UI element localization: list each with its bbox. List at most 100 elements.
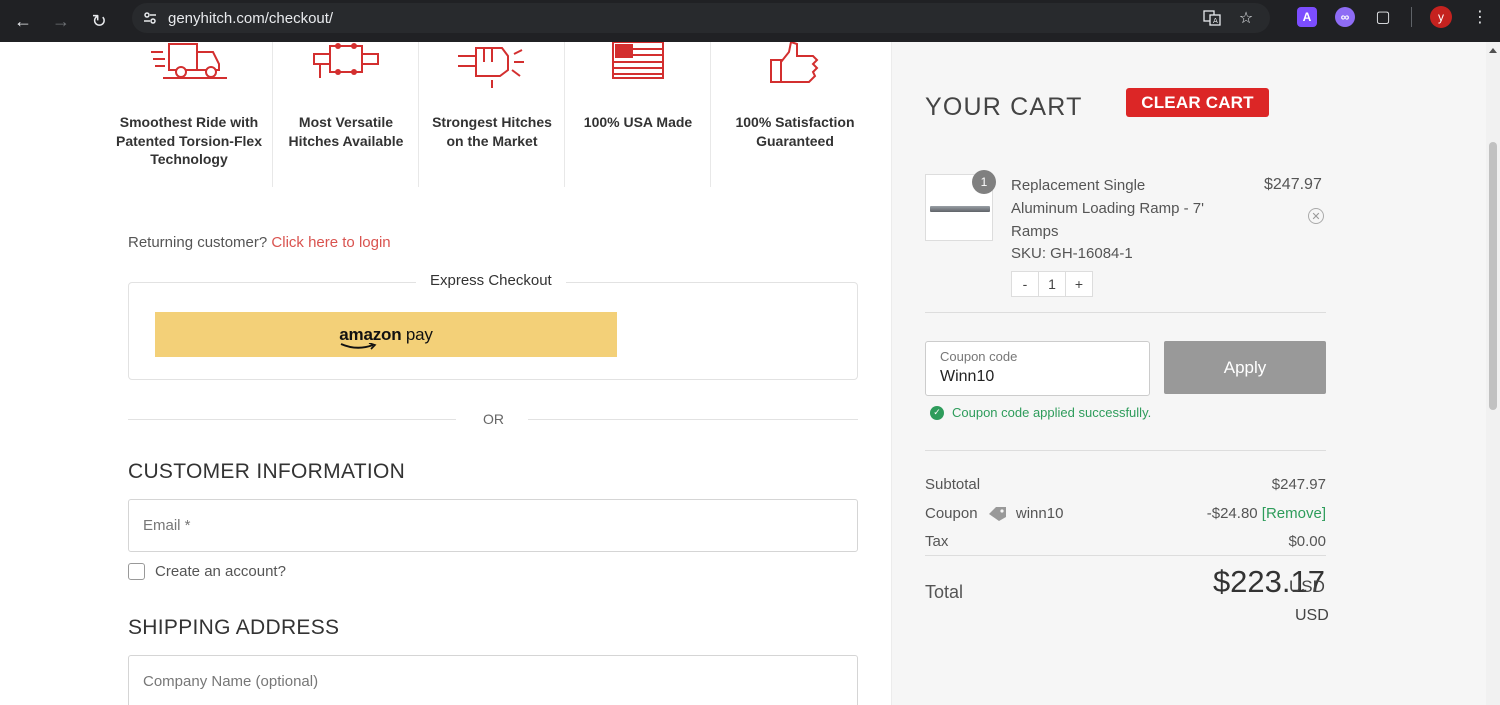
feature-smooth-ride: Smoothest Ride with Patented Torsion-Fle… — [116, 42, 262, 187]
apply-coupon-button[interactable]: Apply — [1164, 341, 1326, 394]
forward-icon[interactable]: → — [46, 6, 76, 36]
bookmark-star-icon[interactable]: ☆ — [1236, 8, 1256, 28]
check-circle-icon: ✓ — [930, 405, 944, 420]
browser-menu-icon[interactable]: ⋮ — [1470, 7, 1490, 27]
clear-cart-button[interactable]: CLEAR CART — [1126, 88, 1269, 117]
amazon-smile-icon — [340, 342, 377, 350]
login-link[interactable]: Click here to login — [271, 234, 390, 251]
product-name[interactable]: Replacement Single Aluminum Loading Ramp… — [1011, 174, 1211, 243]
cart-panel: YOUR CART CLEAR CART 1 Replacement Singl… — [891, 42, 1486, 705]
coupon-code-applied: winn10 — [1015, 505, 1064, 522]
company-name-placeholder: Company Name (optional) — [143, 673, 319, 690]
coupon-code-input[interactable]: Coupon code Winn10 — [925, 341, 1150, 396]
or-line-left — [128, 419, 456, 420]
quantity-value[interactable]: 1 — [1038, 272, 1066, 296]
total-currency-repeat: USD — [1295, 607, 1329, 624]
product-price: $247.97 — [1264, 176, 1322, 193]
feature-strip: Smoothest Ride with Patented Torsion-Fle… — [116, 42, 876, 187]
reload-icon[interactable]: ↻ — [84, 6, 114, 36]
coupon-discount-value: -$24.80 — [1206, 505, 1258, 522]
feature-usa-made: 100% USA Made — [574, 42, 702, 187]
product-sku: SKU: GH-16084-1 — [1011, 245, 1133, 262]
coupon-discount: -$24.80 [Remove] — [1207, 505, 1326, 522]
cart-divider — [925, 312, 1326, 313]
subtotal-value: $247.97 — [1271, 476, 1326, 493]
amazon-pay-button[interactable]: amazon pay — [155, 312, 617, 357]
hitch-icon — [310, 42, 382, 87]
tag-icon — [988, 507, 1006, 522]
feature-label: Smoothest Ride with Patented Torsion-Fle… — [116, 114, 262, 167]
feature-strongest: Strongest Hitches on the Market — [428, 42, 556, 187]
scroll-up-arrow-icon[interactable] — [1489, 48, 1497, 53]
shipping-address-title: SHIPPING ADDRESS — [128, 616, 340, 639]
extension-a-icon[interactable]: A — [1297, 7, 1317, 27]
scroll-thumb[interactable] — [1489, 142, 1497, 410]
quantity-decrease-button[interactable]: - — [1012, 272, 1038, 296]
feature-divider — [710, 42, 711, 187]
express-checkout-label: Express Checkout — [416, 272, 566, 289]
customer-information-title: CUSTOMER INFORMATION — [128, 460, 406, 483]
extension-a-letter: A — [1302, 10, 1312, 24]
coupon-success-text: Coupon code applied successfully. — [952, 405, 1152, 420]
url-text[interactable]: genyhitch.com/checkout/ — [168, 10, 333, 27]
fist-icon — [456, 42, 528, 93]
company-name-field[interactable]: Company Name (optional) — [128, 655, 858, 705]
page-scrollbar[interactable] — [1486, 42, 1500, 705]
remove-item-icon[interactable]: ✕ — [1308, 208, 1324, 224]
cart-divider — [925, 555, 1326, 556]
cart-title: YOUR CART — [925, 93, 1083, 121]
express-checkout-box: Express Checkout amazon pay — [128, 272, 858, 380]
svg-text:A: A — [1213, 17, 1218, 25]
translate-icon[interactable]: A — [1202, 8, 1222, 28]
amazon-pay-text: pay — [405, 324, 433, 344]
quantity-increase-button[interactable]: + — [1066, 272, 1092, 296]
feature-label: Strongest Hitches on the Market — [432, 114, 552, 149]
avatar-letter: y — [1438, 10, 1444, 24]
total-currency: USD — [1289, 577, 1325, 596]
email-field[interactable]: Email * — [128, 499, 858, 552]
profile-avatar[interactable]: y — [1430, 6, 1452, 28]
browser-toolbar: ← → ↻ genyhitch.com/checkout/ A ☆ A ∞ ▢ … — [0, 0, 1500, 42]
checkout-page: Smoothest Ride with Patented Torsion-Fle… — [0, 42, 1486, 705]
coupon-success-message: ✓ Coupon code applied successfully. — [930, 405, 1151, 420]
extension-swirl-icon[interactable]: ∞ — [1335, 7, 1355, 27]
create-account-row[interactable]: Create an account? — [128, 563, 286, 580]
subtotal-label: Subtotal — [925, 476, 981, 493]
coupon-placeholder: Coupon code — [940, 349, 1018, 364]
tax-value: $0.00 — [1288, 533, 1326, 550]
remove-coupon-link[interactable]: [Remove] — [1262, 505, 1326, 522]
feature-divider — [418, 42, 419, 187]
coupon-value[interactable]: Winn10 — [940, 368, 994, 386]
feature-divider — [564, 42, 565, 187]
feature-label: 100% USA Made — [583, 114, 693, 130]
extensions-puzzle-icon[interactable]: ▢ — [1373, 7, 1393, 27]
feature-label: Most Versatile Hitches Available — [288, 114, 404, 149]
usa-flag-icon — [611, 42, 665, 87]
total-label: Total — [925, 582, 964, 602]
create-account-checkbox[interactable] — [128, 563, 145, 580]
address-bar[interactable]: genyhitch.com/checkout/ A ☆ — [132, 3, 1270, 33]
quantity-stepper[interactable]: - 1 + — [1011, 271, 1093, 297]
or-line-right — [528, 419, 858, 420]
email-placeholder: Email * — [143, 517, 191, 534]
amazon-pay-logo: amazon pay — [339, 324, 433, 350]
thumbs-up-icon — [769, 42, 821, 91]
or-text: OR — [483, 411, 504, 427]
trailer-icon — [149, 42, 229, 87]
feature-versatile: Most Versatile Hitches Available — [282, 42, 410, 187]
coupon-summary-label: Coupon winn10 — [925, 505, 1063, 522]
amazon-brand-text: amazon — [339, 324, 402, 344]
create-account-label[interactable]: Create an account? — [155, 563, 286, 580]
feature-label: 100% Satisfaction Guaranteed — [735, 114, 855, 149]
back-icon[interactable]: ← — [8, 6, 38, 36]
site-info-icon[interactable] — [140, 8, 160, 28]
returning-text: Returning customer? — [128, 234, 268, 251]
tax-label: Tax — [925, 533, 949, 550]
or-divider: OR — [128, 410, 858, 430]
toolbar-divider — [1411, 7, 1412, 27]
quantity-badge: 1 — [972, 170, 996, 194]
coupon-label: Coupon — [925, 505, 978, 522]
returning-customer: Returning customer? Click here to login — [128, 234, 391, 251]
feature-divider — [272, 42, 273, 187]
feature-satisfaction: 100% Satisfaction Guaranteed — [720, 42, 870, 187]
